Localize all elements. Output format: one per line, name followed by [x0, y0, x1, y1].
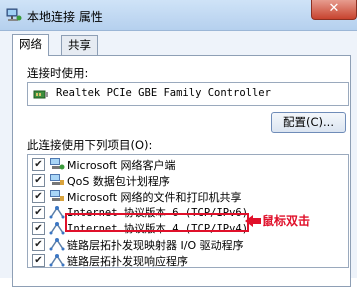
service-icon [50, 174, 64, 185]
item-label: 链路层拓扑发现映射器 I/O 驱动程序 [67, 239, 244, 252]
network-adapter-icon [33, 90, 48, 99]
checkbox[interactable]: ✔ [32, 238, 45, 251]
networking-panel: 连接时使用: Realtek PCIe GBE Family Controlle… [12, 55, 351, 287]
arrow-left-icon [245, 215, 261, 227]
list-item-file-sharing[interactable]: ✔ Microsoft 网络的文件和打印机共享 [28, 188, 348, 205]
tab-networking[interactable]: 网络 [12, 34, 49, 56]
list-item-ms-client[interactable]: ✔ Microsoft 网络客户端 [28, 156, 348, 173]
properties-dialog: 网络 共享 连接时使用: Realtek PCIe GBE Family Con… [0, 31, 357, 287]
protocol-icon [49, 254, 65, 267]
checkbox[interactable]: ✔ [32, 190, 45, 203]
protocol-icon [49, 238, 65, 251]
adapter-field: Realtek PCIe GBE Family Controller [27, 82, 349, 106]
window-title: 本地连接 属性 [27, 10, 103, 24]
network-client-icon [50, 158, 65, 170]
list-item-lltd-mapper[interactable]: ✔ 链路层拓扑发现映射器 I/O 驱动程序 [28, 236, 348, 253]
checkbox[interactable]: ✔ [32, 174, 45, 187]
tab-sharing[interactable]: 共享 [61, 35, 98, 55]
item-label: 链路层拓扑发现响应程序 [67, 255, 188, 268]
title-bar: 本地连接 属性 ✕ [0, 0, 357, 31]
adapter-name: Realtek PCIe GBE Family Controller [56, 87, 271, 99]
protocol-icon [49, 206, 65, 219]
item-label: Microsoft 网络的文件和打印机共享 [67, 191, 242, 204]
checkbox[interactable]: ✔ [32, 222, 45, 235]
service-icon [50, 190, 64, 201]
close-button[interactable]: ✕ [311, 0, 357, 20]
item-label: QoS 数据包计划程序 [67, 175, 170, 188]
network-connection-icon [6, 8, 22, 21]
list-item-qos[interactable]: ✔ QoS 数据包计划程序 [28, 172, 348, 189]
checkbox[interactable]: ✔ [32, 158, 45, 171]
items-label: 此连接使用下列项目(O): [27, 138, 153, 152]
items-list: ✔ Microsoft 网络客户端 ✔ QoS 数据包计划程序 ✔ Micros… [27, 154, 349, 268]
checkbox[interactable]: ✔ [32, 254, 45, 267]
protocol-icon [49, 222, 65, 235]
annotation-label: 鼠标双击 [262, 214, 311, 228]
checkbox[interactable]: ✔ [32, 206, 45, 219]
connect-using-label: 连接时使用: [27, 66, 89, 80]
item-label: Microsoft 网络客户端 [67, 159, 176, 172]
configure-button[interactable]: 配置(C)... [271, 112, 346, 133]
list-item-lltd-responder[interactable]: ✔ 链路层拓扑发现响应程序 [28, 252, 348, 268]
highlight-box [65, 213, 249, 232]
